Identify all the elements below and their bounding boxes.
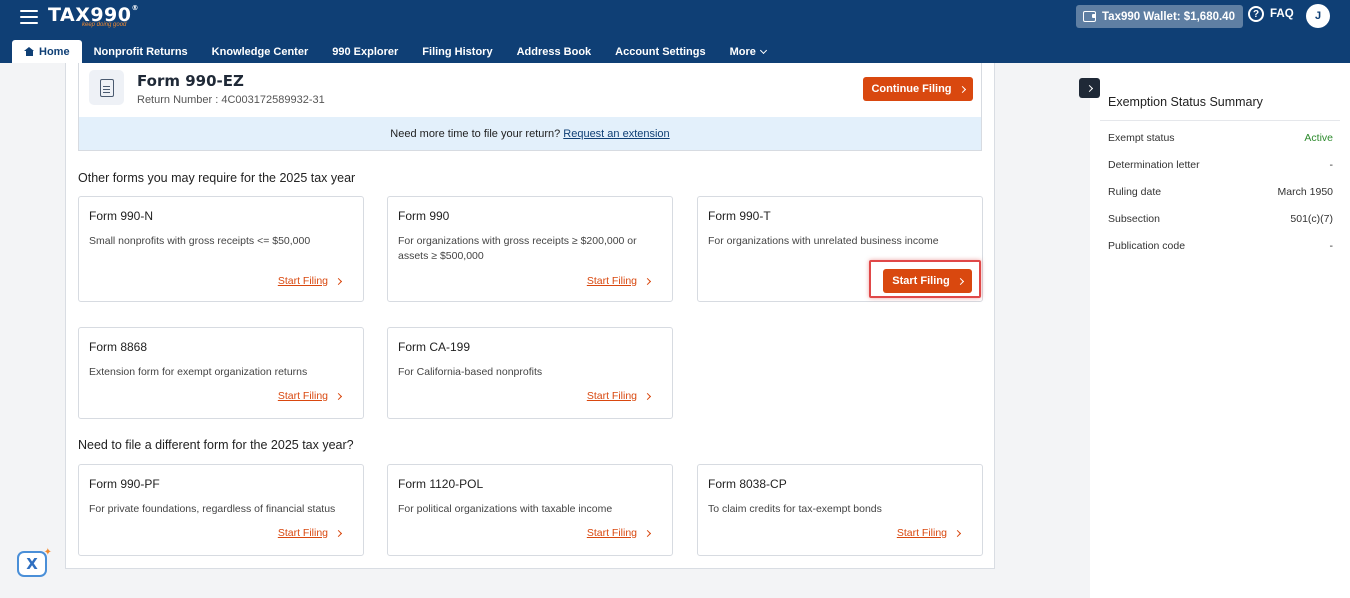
summary-title: Exemption Status Summary (1108, 95, 1263, 109)
faq-button[interactable]: ? FAQ (1248, 6, 1294, 22)
chat-bubble-icon: X (17, 551, 47, 577)
different-forms-heading: Need to file a different form for the 20… (78, 438, 354, 452)
summary-row-determination-letter: Determination letter - (1108, 159, 1333, 171)
start-filing-link[interactable]: Start Filing (587, 390, 652, 402)
chevron-right-icon (334, 277, 343, 285)
collapse-panel-button[interactable] (1079, 78, 1100, 98)
start-filing-link[interactable]: Start Filing (587, 275, 652, 287)
other-forms-heading: Other forms you may require for the 2025… (78, 171, 356, 185)
start-filing-link[interactable]: Start Filing (897, 527, 962, 539)
start-filing-link[interactable]: Start Filing (278, 275, 343, 287)
status-badge: Active (1304, 132, 1333, 144)
question-circle-icon: ? (1248, 6, 1264, 22)
nav-home[interactable]: Home (12, 40, 82, 63)
nav-knowledge-center[interactable]: Knowledge Center (200, 40, 321, 63)
wallet-icon (1083, 11, 1096, 22)
continue-filing-button[interactable]: Continue Filing (863, 77, 973, 101)
user-avatar[interactable]: J (1306, 4, 1330, 28)
chevron-right-icon (1085, 84, 1094, 92)
hamburger-menu-icon[interactable] (20, 10, 38, 24)
start-filing-link[interactable]: Start Filing (278, 527, 343, 539)
form-description: For organizations with gross receipts ≥ … (398, 235, 637, 262)
summary-row-ruling-date: Ruling date March 1950 (1108, 186, 1333, 198)
form-description: For organizations with unrelated busines… (708, 235, 939, 247)
form-card-8038-cp: Form 8038-CP To claim credits for tax-ex… (697, 464, 983, 556)
nav-address-book[interactable]: Address Book (505, 40, 604, 63)
summary-row-subsection: Subsection 501(c)(7) (1108, 213, 1333, 225)
chevron-right-icon (334, 392, 343, 400)
nav-filing-history[interactable]: Filing History (410, 40, 504, 63)
form-description: For California-based nonprofits (398, 366, 543, 378)
exemption-summary-panel: Exemption Status Summary Exempt status Ac… (1090, 63, 1350, 598)
summary-row-exempt-status: Exempt status Active (1108, 132, 1333, 144)
form-title: Form 990 (398, 209, 450, 223)
start-filing-link[interactable]: Start Filing (587, 527, 652, 539)
form-title: Form 8038-CP (708, 477, 787, 491)
chevron-right-icon (958, 85, 966, 93)
form-description: For political organizations with taxable… (398, 503, 613, 515)
top-bar: TAX990® keep doing good Tax990 Wallet: $… (0, 0, 1350, 63)
form-title: Form CA-199 (398, 340, 471, 354)
highlight-outline (869, 260, 981, 298)
home-icon (24, 47, 34, 56)
form-card-8868: Form 8868 Extension form for exempt orga… (78, 327, 364, 419)
faq-label: FAQ (1270, 8, 1294, 20)
summary-row-publication-code: Publication code - (1108, 240, 1333, 252)
chevron-right-icon (643, 529, 652, 537)
request-extension-link[interactable]: Request an extension (563, 128, 669, 140)
form-card-1120-pol: Form 1120-POL For political organization… (387, 464, 673, 556)
nav-account-settings[interactable]: Account Settings (603, 40, 717, 63)
form-title: Form 8868 (89, 340, 148, 354)
form-description: To claim credits for tax-exempt bonds (708, 503, 882, 515)
form-card-990: Form 990 For organizations with gross re… (387, 196, 673, 302)
nav-nonprofit-returns[interactable]: Nonprofit Returns (82, 40, 200, 63)
sparkle-icon: ✦ (43, 547, 52, 558)
form-title: Form 1120-POL (398, 477, 484, 491)
form-card-990-pf: Form 990-PF For private foundations, reg… (78, 464, 364, 556)
chevron-right-icon (334, 529, 343, 537)
extension-text: Need more time to file your return? (390, 127, 561, 140)
form-description: Extension form for exempt organization r… (89, 366, 308, 378)
nav-990-explorer[interactable]: 990 Explorer (320, 40, 410, 63)
form-title: Form 990-N (89, 209, 154, 223)
document-icon (89, 70, 124, 105)
chevron-right-icon (953, 529, 962, 537)
chevron-right-icon (643, 392, 652, 400)
form-title: Form 990-T (708, 209, 771, 223)
wallet-label: Tax990 Wallet: $1,680.40 (1102, 10, 1235, 23)
form-description: Small nonprofits with gross receipts <= … (89, 235, 311, 247)
form-card-990-n: Form 990-N Small nonprofits with gross r… (78, 196, 364, 302)
current-return-card: Form 990-EZ Return Number : 4C0031725899… (78, 63, 982, 151)
chat-assistant-button[interactable]: X ✦ (17, 547, 52, 580)
return-form-title: Form 990-EZ (137, 72, 244, 90)
main-nav: Home Nonprofit Returns Knowledge Center … (12, 40, 778, 63)
form-title: Form 990-PF (89, 477, 160, 491)
return-number: Return Number : 4C003172589932-31 (137, 94, 325, 106)
start-filing-link[interactable]: Start Filing (278, 390, 343, 402)
logo-tagline: keep doing good (82, 22, 127, 28)
form-card-ca-199: Form CA-199 For California-based nonprof… (387, 327, 673, 419)
divider (1100, 120, 1340, 121)
chevron-down-icon (759, 46, 767, 54)
form-description: For private foundations, regardless of f… (89, 503, 336, 515)
nav-more[interactable]: More (718, 40, 778, 63)
extension-banner: Need more time to file your return? Requ… (79, 117, 981, 150)
wallet-button[interactable]: Tax990 Wallet: $1,680.40 (1076, 5, 1243, 28)
chevron-right-icon (643, 277, 652, 285)
